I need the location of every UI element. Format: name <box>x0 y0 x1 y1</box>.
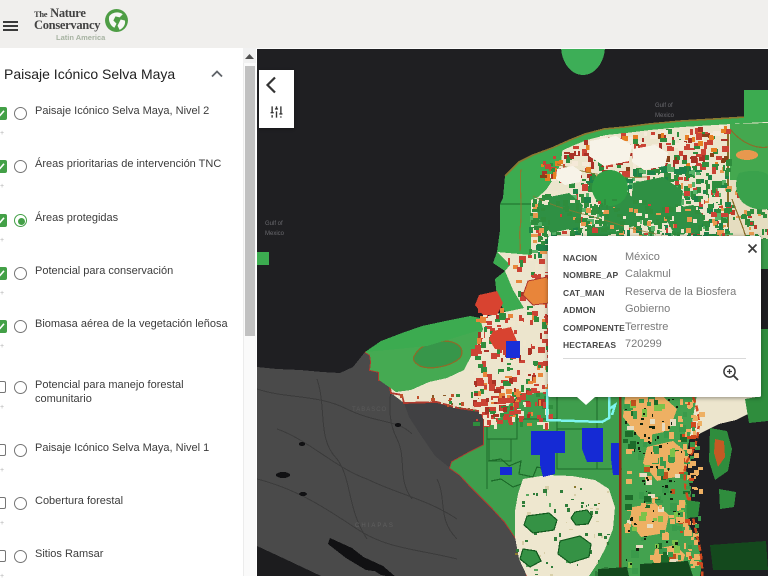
svg-text:CHIAPAS: CHIAPAS <box>355 523 395 529</box>
svg-text:Gulf of: Gulf of <box>265 221 283 227</box>
svg-text:TABASCO: TABASCO <box>352 407 387 413</box>
svg-text:Mexico: Mexico <box>265 231 285 237</box>
svg-text:Gulf of: Gulf of <box>655 103 673 109</box>
svg-text:Mexico: Mexico <box>655 113 675 119</box>
